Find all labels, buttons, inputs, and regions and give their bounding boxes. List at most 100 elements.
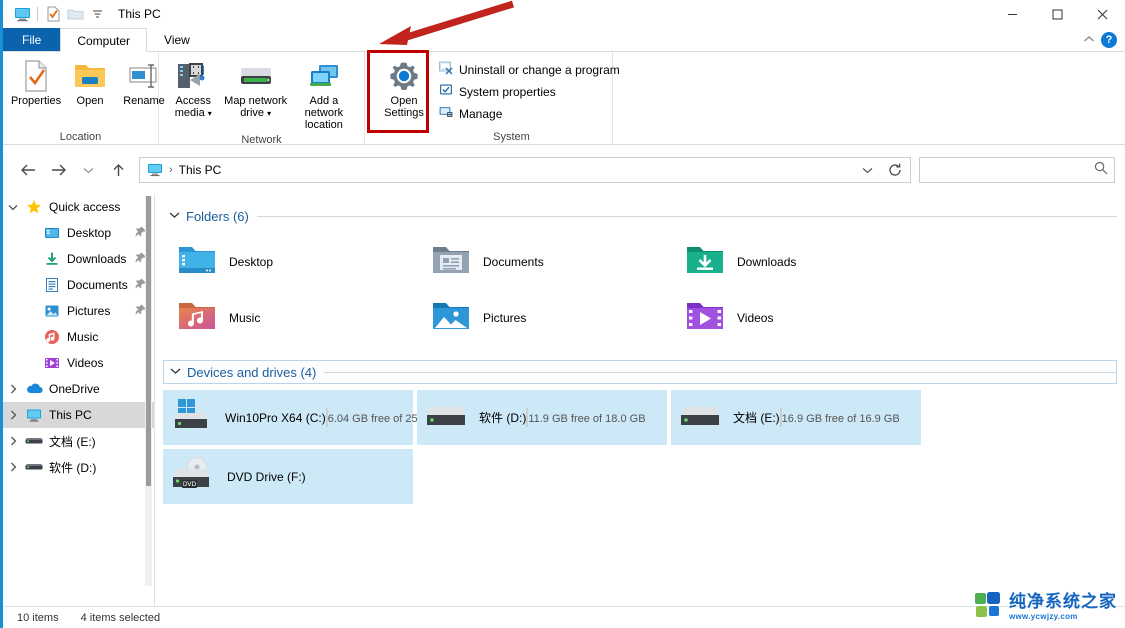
sidebar-item-downloads[interactable]: Downloads [3, 246, 154, 272]
properties-button[interactable]: Properties [9, 56, 63, 110]
open-folder-icon [73, 59, 107, 93]
search-input[interactable] [926, 163, 1094, 177]
minimize-button[interactable] [990, 0, 1035, 28]
folder-videos-icon [685, 299, 725, 338]
sidebar-item-videos[interactable]: Videos [3, 350, 154, 376]
drive-capacity-bar [325, 407, 328, 427]
sidebar-item-label: 软件 (D:) [49, 460, 97, 475]
sidebar-item-drive-e[interactable]: 文档 (E:) [3, 428, 154, 454]
drive-tile[interactable]: 软件 (D:) 11.9 GB free of 18.0 GB [417, 390, 667, 445]
folder-tile[interactable]: Downloads [671, 234, 925, 290]
system-properties-icon [439, 83, 453, 100]
chevron-right-icon[interactable] [3, 410, 23, 420]
tab-view[interactable]: View [147, 28, 207, 51]
drive-info: 文档 (E:) 16.9 GB free of 16.9 GB [733, 407, 913, 427]
folder-label: Desktop [229, 255, 274, 269]
folder-tile[interactable]: Desktop [163, 234, 417, 290]
ribbon-tabs: File Computer View ? [3, 28, 1125, 53]
add-network-location-button[interactable]: Add a network location [290, 56, 358, 134]
sidebar-item-label: This PC [49, 408, 92, 422]
sidebar-item-label: Downloads [67, 252, 127, 266]
drive-tile[interactable]: Win10Pro X64 (C:) 6.04 GB free of 25.0 GB [163, 390, 446, 445]
folder-icon[interactable] [64, 3, 86, 25]
folder-label: Pictures [483, 311, 527, 325]
maximize-button[interactable] [1035, 0, 1080, 28]
sidebar-item-onedrive[interactable]: OneDrive [3, 376, 154, 402]
drive-tile[interactable]: 文档 (E:) 16.9 GB free of 16.9 GB [671, 390, 921, 445]
folder-tile[interactable]: Pictures [417, 290, 671, 346]
chevron-down-icon[interactable] [170, 367, 181, 378]
open-settings-button[interactable]: Open Settings [377, 56, 431, 122]
system-properties-item[interactable]: System properties [435, 82, 624, 101]
sidebar-item-this-pc[interactable]: This PC [3, 402, 154, 428]
access-media-button[interactable]: Access media ▾ [165, 56, 222, 123]
nav-scrollbar[interactable] [145, 196, 152, 586]
dropdown-caret-icon[interactable] [86, 3, 108, 25]
music-icon [41, 329, 63, 345]
chevron-right-icon[interactable] [3, 384, 23, 394]
sidebar-item-drive-d[interactable]: 软件 (D:) [3, 454, 154, 480]
open-button[interactable]: Open [63, 56, 117, 110]
sidebar-item-pictures[interactable]: Pictures [3, 298, 154, 324]
up-button[interactable] [103, 155, 133, 185]
file-explorer-window: This PC File Computer View ? Properties … [0, 0, 1125, 628]
downloads-icon [41, 251, 63, 267]
chevron-up-icon[interactable] [1083, 34, 1095, 46]
drive-tile[interactable]: DVD DVD Drive (F:) [163, 449, 413, 504]
uninstall-or-change-a-program-item[interactable]: Uninstall or change a program [435, 60, 624, 79]
forward-button[interactable] [43, 155, 73, 185]
folder-tile[interactable]: Music [163, 290, 417, 346]
refresh-icon[interactable] [880, 158, 910, 182]
this-pc-icon[interactable] [11, 3, 33, 25]
watermark-logo-icon [974, 591, 1004, 624]
search-icon[interactable] [1094, 161, 1108, 180]
breadcrumb-separator: › [169, 164, 173, 176]
hdd-icon [681, 399, 723, 436]
breadcrumb-actions [854, 158, 910, 182]
chevron-down-icon[interactable] [169, 211, 180, 222]
manage-item[interactable]: Manage [435, 104, 624, 123]
folder-tile[interactable]: Documents [417, 234, 671, 290]
folder-tile[interactable]: Videos [671, 290, 925, 346]
watermark: 纯净系统之家 www.ycwjzy.com [974, 591, 1117, 624]
help-icon[interactable]: ? [1101, 31, 1117, 48]
chevron-right-icon[interactable] [3, 462, 23, 472]
chevron-right-icon[interactable] [3, 436, 23, 446]
ribbon-group-system: Open Settings Uninstall or change a prog… [365, 52, 620, 145]
this-pc-icon [147, 163, 163, 177]
search-box[interactable] [919, 157, 1115, 183]
sidebar-item-label: Pictures [67, 304, 111, 318]
map-drive-label: Map network drive ▾ [224, 95, 288, 119]
drives-group-header[interactable]: Devices and drives (4) [163, 360, 1117, 384]
sidebar-item-documents[interactable]: Documents [3, 272, 154, 298]
sidebar-item-quick-access[interactable]: Quick access [3, 194, 154, 220]
status-item-count: 10 items [17, 611, 59, 624]
breadcrumb-current[interactable]: This PC [179, 163, 222, 177]
access-media-label: Access media ▾ [174, 95, 212, 119]
uninstall-label: Uninstall or change a program [459, 62, 620, 77]
properties-check-icon[interactable] [42, 3, 64, 25]
back-button[interactable] [13, 155, 43, 185]
breadcrumb-dropdown-icon[interactable] [854, 158, 880, 182]
tab-computer[interactable]: Computer [60, 28, 148, 53]
chevron-down-icon[interactable] [3, 204, 23, 211]
access-media-icon [176, 59, 210, 93]
sidebar-item-music[interactable]: Music [3, 324, 154, 350]
status-selection: 4 items selected [80, 611, 161, 624]
drive-free-space: 11.9 GB free of 18.0 GB [528, 412, 646, 425]
this-pc-icon [23, 408, 45, 423]
folder-label: Music [229, 311, 261, 325]
sidebar-item-label: Documents [67, 278, 128, 292]
tab-file[interactable]: File [3, 28, 61, 51]
close-button[interactable] [1080, 0, 1125, 28]
hdd-icon [427, 399, 469, 436]
recent-locations-button[interactable] [73, 155, 103, 185]
drive-name: DVD Drive (F:) [227, 469, 306, 484]
sidebar-item-label: Quick access [49, 200, 121, 214]
nav-scrollbar-thumb[interactable] [146, 196, 151, 486]
breadcrumb[interactable]: › This PC [139, 157, 911, 183]
folders-group-header[interactable]: Folders (6) [163, 204, 1117, 228]
folders-grid: Desktop Documents Downloads Music Pictures Vi… [163, 234, 1117, 346]
map-network-drive-button[interactable]: Map network drive ▾ [222, 56, 290, 123]
sidebar-item-desktop[interactable]: Desktop [3, 220, 154, 246]
